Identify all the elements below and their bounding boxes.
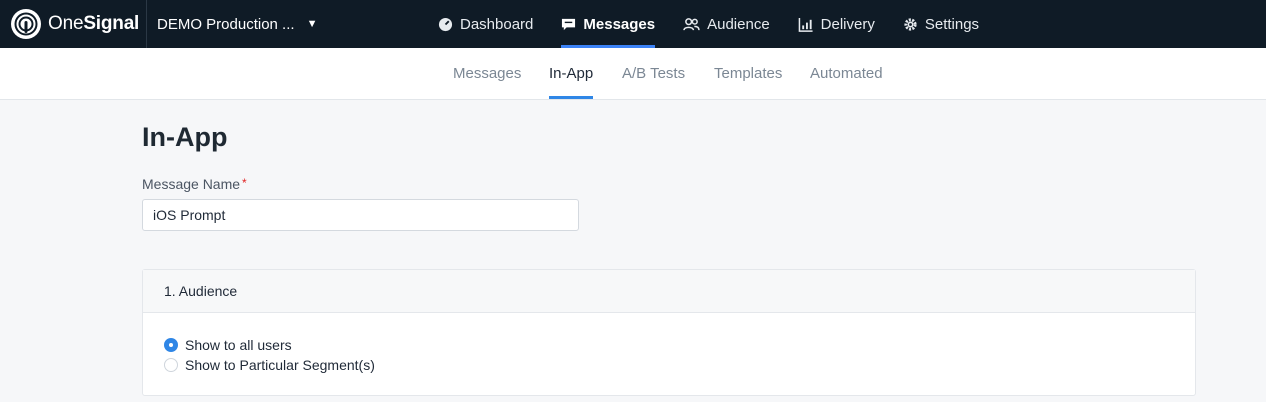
message-bubble-icon	[562, 18, 576, 30]
delivery-chart-icon	[798, 17, 813, 32]
main-nav: Dashboard Messages Audience Delivery Set…	[438, 0, 1007, 48]
gear-icon	[904, 17, 917, 31]
top-navigation-bar: OneSignal DEMO Production ... ▼ Dashboar…	[0, 0, 1266, 48]
nav-label-dashboard: Dashboard	[460, 15, 534, 33]
radio-option-particular-segments[interactable]: Show to Particular Segment(s)	[164, 355, 1195, 375]
tab-automated[interactable]: Automated	[810, 48, 883, 99]
nav-label-settings: Settings	[924, 15, 980, 33]
caret-down-icon: ▼	[306, 18, 318, 30]
page-content: In-App Message Name* 1. Audience Show to…	[142, 100, 1196, 396]
radio-label-particular-segments: Show to Particular Segment(s)	[185, 357, 375, 373]
tab-ab-tests[interactable]: A/B Tests	[622, 48, 685, 99]
message-name-label-text: Message Name	[142, 176, 241, 192]
radio-label-all-users: Show to all users	[185, 337, 292, 353]
dashboard-gauge-icon	[438, 17, 453, 31]
messages-sub-navigation: Messages In-App A/B Tests Templates Auto…	[0, 48, 1266, 100]
onesignal-logo[interactable]: OneSignal	[0, 0, 147, 48]
message-name-input[interactable]	[142, 199, 579, 231]
page-title: In-App	[142, 122, 228, 152]
tab-in-app[interactable]: In-App	[549, 48, 594, 99]
brand-name: OneSignal	[48, 13, 140, 34]
radio-option-all-users[interactable]: Show to all users	[164, 335, 1195, 355]
users-icon	[683, 17, 700, 30]
tab-messages[interactable]: Messages	[453, 48, 521, 99]
app-switcher-label: DEMO Production ...	[157, 15, 295, 33]
nav-item-audience[interactable]: Audience	[683, 0, 770, 48]
nav-label-delivery: Delivery	[820, 15, 875, 33]
tab-templates[interactable]: Templates	[714, 48, 782, 99]
nav-item-delivery[interactable]: Delivery	[798, 0, 875, 48]
app-switcher-dropdown[interactable]: DEMO Production ... ▼	[147, 16, 317, 33]
nav-item-settings[interactable]: Settings	[903, 0, 979, 48]
nav-item-messages[interactable]: Messages	[561, 0, 655, 48]
required-asterisk: *	[242, 176, 247, 190]
onesignal-logo-icon	[11, 9, 41, 39]
nav-item-dashboard[interactable]: Dashboard	[438, 0, 533, 48]
nav-label-audience: Audience	[707, 15, 770, 33]
message-name-label: Message Name *	[142, 176, 1196, 192]
audience-card-header: 1. Audience	[143, 270, 1195, 313]
audience-radio-group: Show to all users Show to Particular Seg…	[143, 313, 1195, 375]
radio-button-checked[interactable]	[164, 338, 178, 352]
audience-card: 1. Audience Show to all users Show to Pa…	[142, 269, 1196, 396]
radio-button-unchecked[interactable]	[164, 358, 178, 372]
nav-label-messages: Messages	[583, 15, 656, 33]
